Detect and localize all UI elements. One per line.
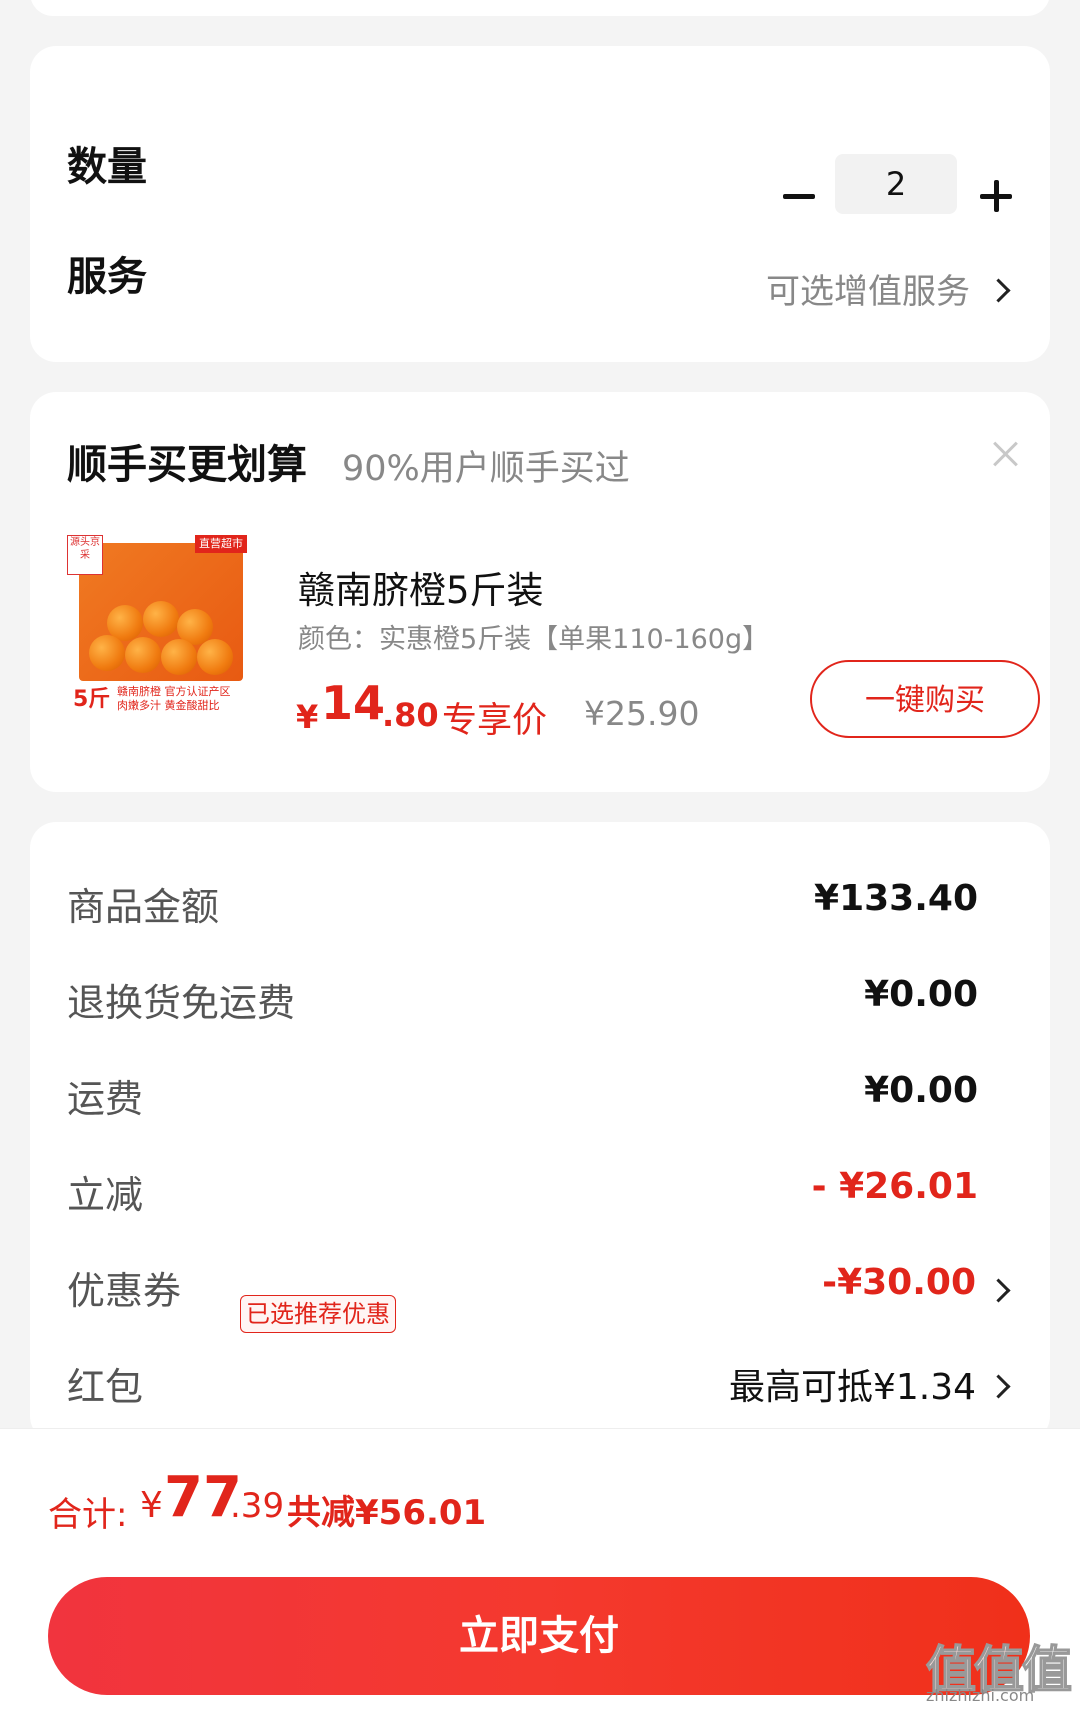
discount-value: - ¥26.01 [811, 1166, 978, 1207]
orange-image [197, 639, 233, 675]
one-click-buy-button[interactable]: 一键购买 [810, 660, 1040, 738]
increase-quantity-button[interactable] [976, 176, 1016, 216]
chevron-right-icon[interactable] [986, 1278, 1011, 1303]
thumbnail-weight: 5斤 [73, 687, 111, 712]
service-label: 服务 [67, 254, 147, 300]
total-decimal: .39 [230, 1486, 285, 1526]
red-packet-label: 红包 [67, 1365, 144, 1409]
product-thumbnail[interactable]: 源头京采 直营超市 5斤 赣南脐橙 官方认证产区 肉嫩多汁 黄金酸甜比 [67, 535, 247, 717]
service-value[interactable]: 可选增值服务 [766, 264, 970, 313]
close-icon[interactable] [992, 440, 1020, 468]
total-symbol: ¥ [140, 1485, 163, 1526]
price-decimal: .80 [382, 696, 439, 734]
add-on-subtitle: 90%用户顺手买过 [342, 449, 630, 489]
summary-value: ¥0.00 [864, 974, 978, 1015]
summary-value: ¥133.40 [814, 878, 978, 919]
coupon-badge: 已选推荐优惠 [240, 1295, 396, 1333]
thumbnail-caption-line: 赣南脐橙 官方认证产区 [117, 685, 231, 698]
quantity-label: 数量 [67, 144, 147, 190]
total-saved[interactable]: 共减¥56.01 [287, 1485, 486, 1534]
price-symbol: ¥ [296, 698, 319, 736]
watermark-url: zhizhizhi.com [926, 1686, 1035, 1705]
red-packet-value[interactable]: 最高可抵¥1.34 [729, 1358, 976, 1410]
watermark: 值值值 zhizhizhi.com [925, 1630, 1074, 1706]
total-label: 合计: [48, 1495, 128, 1535]
summary-label: 退换货免运费 [67, 981, 296, 1025]
quantity-input[interactable]: 2 [835, 154, 957, 214]
coupon-value[interactable]: -¥30.00 [822, 1262, 976, 1303]
summary-label: 立减 [67, 1173, 144, 1217]
thumbnail-caption-line: 肉嫩多汁 黄金酸甜比 [117, 699, 220, 712]
thumbnail-tag: 源头京采 [67, 535, 103, 575]
checkout-bar: 合计: ¥ 77 .39 共减¥56.01 立即支付 [0, 1428, 1080, 1710]
add-on-title: 顺手买更划算 [67, 442, 307, 488]
chevron-right-icon[interactable] [986, 278, 1011, 303]
thumbnail-brand: 直营超市 [195, 535, 247, 553]
coupon-label: 优惠券 [67, 1269, 182, 1313]
product-name[interactable]: 赣南脐橙5斤装 [298, 560, 544, 614]
orange-image [161, 639, 197, 675]
chevron-right-icon[interactable] [986, 1374, 1011, 1399]
pay-now-button[interactable]: 立即支付 [48, 1577, 1030, 1695]
summary-value: ¥0.00 [864, 1070, 978, 1111]
add-on-card: 顺手买更划算 90%用户顺手买过 源头京采 直营超市 5斤 赣南脐橙 官方认证产… [30, 392, 1050, 792]
price-summary-card: 商品金额 ¥133.40 退换货免运费 ¥0.00 运费 ¥0.00 立减 - … [30, 822, 1050, 1442]
orange-image [125, 637, 161, 673]
order-options-card: 数量 2 服务 可选增值服务 [30, 46, 1050, 362]
summary-label: 商品金额 [67, 885, 220, 929]
product-spec: 颜色：实惠橙5斤装【单果110-160g】 [298, 624, 770, 655]
decrease-quantity-button[interactable] [775, 176, 823, 216]
original-price: ¥25.90 [584, 694, 700, 733]
thumbnail-footer: 5斤 赣南脐橙 官方认证产区 肉嫩多汁 黄金酸甜比 [67, 681, 247, 717]
previous-card [30, 0, 1050, 16]
price-integer: 14 [321, 676, 386, 730]
orange-image [143, 601, 179, 637]
summary-label: 运费 [67, 1077, 144, 1121]
thumbnail-caption: 赣南脐橙 官方认证产区 肉嫩多汁 黄金酸甜比 [117, 685, 231, 713]
price-tag: 专享价 [442, 701, 548, 741]
orange-image [89, 635, 125, 671]
